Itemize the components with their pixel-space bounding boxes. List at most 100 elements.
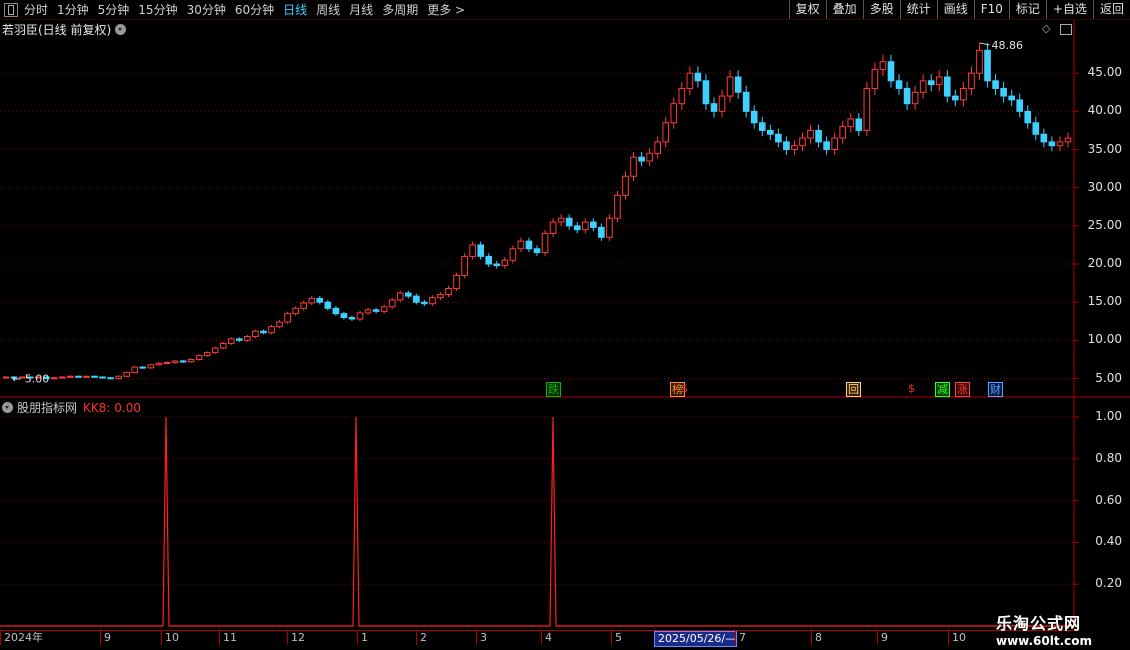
candle-body: [493, 263, 501, 267]
candle-body: [453, 274, 460, 289]
date-axis-label: 2024年: [0, 631, 43, 645]
event-tag[interactable]: 财: [988, 382, 1003, 397]
candle-body: [469, 244, 476, 257]
candle-body: [1024, 110, 1032, 124]
candle-body: [887, 61, 895, 82]
date-axis-label: 5: [611, 631, 622, 645]
indicator-title[interactable]: 股朋指标网 KK8: 0.00: [2, 399, 141, 416]
candle-body: [421, 301, 428, 305]
candle-body: [268, 326, 275, 334]
candle-body: [960, 87, 967, 101]
date-axis-label: 8: [811, 631, 822, 645]
candle-body: [927, 80, 935, 86]
date-axis-label: 1: [357, 631, 368, 645]
date-axis-label: 2025/05/26/—: [654, 631, 738, 647]
event-tag[interactable]: 回: [846, 382, 861, 397]
watermark-url: www.60lt.com: [996, 634, 1093, 648]
candle-body: [847, 118, 855, 128]
candle-body: [895, 80, 903, 89]
indicator-name: 股朋指标网: [17, 401, 78, 415]
candle-body: [380, 306, 388, 312]
candle-body: [316, 297, 324, 303]
indicator-tick-label: 0.60: [1095, 492, 1122, 507]
candle-body: [131, 366, 139, 373]
candle-body: [517, 240, 525, 250]
date-axis-label: 12: [287, 631, 305, 645]
candle-body: [702, 80, 710, 105]
candle-body: [935, 76, 943, 86]
candle-body: [404, 292, 412, 297]
date-axis-label: 3: [476, 631, 487, 645]
candle-body: [791, 145, 798, 151]
candle-body: [831, 137, 838, 151]
candle-body: [911, 91, 919, 105]
candle-body: [807, 129, 814, 139]
candle-body: [83, 375, 90, 378]
price-tick-label: 5.00: [1095, 370, 1122, 385]
event-tag[interactable]: 涨: [955, 382, 970, 397]
candle-body: [855, 118, 863, 131]
candle-body: [509, 248, 517, 261]
candle-body: [630, 156, 637, 177]
candle-body: [968, 72, 975, 89]
candle-body: [179, 360, 187, 363]
price-chart[interactable]: 48.86 ← 5.00: [0, 0, 1130, 650]
event-tag[interactable]: $: [905, 382, 918, 395]
event-tag[interactable]: 减: [935, 382, 950, 397]
watermark-title: 乐淘公式网: [996, 614, 1082, 633]
candle-body: [477, 244, 484, 257]
candle-body: [211, 347, 219, 354]
candle-body: [1048, 141, 1056, 147]
candle-body: [1032, 122, 1040, 135]
candle-body: [155, 362, 163, 366]
candle-body: [2, 376, 10, 379]
date-axis-label: 10: [948, 631, 966, 645]
candle-body: [638, 156, 645, 162]
candle-body: [485, 255, 493, 265]
candle-body: [413, 295, 420, 303]
candle-body: [219, 342, 227, 349]
candle-body: [1040, 133, 1048, 143]
candle-body: [726, 76, 734, 97]
candle-body: [364, 309, 372, 314]
candle-body: [734, 76, 742, 93]
event-tag[interactable]: $: [678, 382, 691, 395]
price-tick-label: 40.00: [1087, 103, 1122, 118]
kk8-series-line: [0, 416, 1074, 627]
event-tag[interactable]: 跌: [546, 382, 561, 397]
candle-body: [501, 259, 509, 267]
candle-body: [123, 371, 131, 377]
candle-body: [879, 61, 887, 70]
candle-body: [1016, 99, 1024, 112]
candle-body: [750, 110, 758, 124]
candle-body: [622, 175, 629, 196]
candle-body: [783, 141, 790, 151]
candle-body: [976, 49, 983, 74]
date-axis-label: 10: [161, 631, 179, 645]
chevron-down-icon[interactable]: [2, 402, 13, 413]
candle-body: [581, 221, 589, 231]
candle-body: [525, 240, 533, 250]
candle-body: [694, 72, 702, 82]
indicator-tick-label: 0.80: [1095, 450, 1122, 465]
candle-body: [919, 80, 927, 93]
low-price-label: ← 5.00: [12, 373, 49, 386]
indicator-tick-label: 0.20: [1095, 576, 1122, 591]
candle-body: [984, 49, 991, 82]
price-tick-label: 45.00: [1087, 65, 1122, 80]
candle-body: [839, 126, 847, 139]
candle-body: [557, 217, 565, 223]
candle-body: [308, 297, 316, 304]
candle-body: [429, 297, 436, 305]
candle-body: [67, 375, 74, 378]
candle-body: [276, 321, 283, 328]
candle-body: [686, 72, 694, 89]
candle-body: [1064, 137, 1072, 143]
candle-body: [758, 122, 766, 131]
price-tick-label: 20.00: [1087, 256, 1122, 271]
candle-body: [195, 355, 203, 360]
candle-body: [823, 141, 830, 151]
candle-body: [115, 375, 122, 380]
candle-body: [670, 103, 678, 124]
candle-body: [952, 95, 959, 101]
